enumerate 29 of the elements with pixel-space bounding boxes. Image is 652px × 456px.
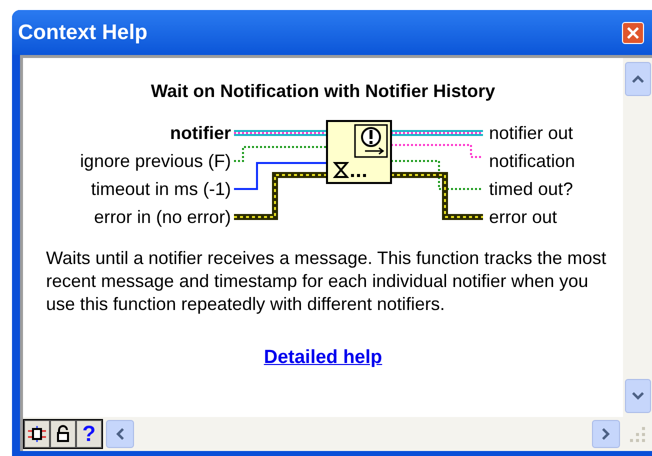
show-terminals-button[interactable] <box>24 420 50 448</box>
chevron-left-icon <box>115 427 125 441</box>
input-terminal-label: notifier <box>170 122 231 145</box>
function-title: Wait on Notification with Notifier History <box>150 80 496 103</box>
chevron-right-icon <box>601 427 611 441</box>
chevron-up-icon <box>630 74 644 84</box>
window-title: Context Help <box>18 20 148 46</box>
help-button[interactable]: ? <box>76 420 102 448</box>
input-terminal-label: error in (no error) <box>94 206 231 229</box>
input-terminal-label: ignore previous (F) <box>80 150 231 173</box>
chevron-down-icon <box>630 391 644 401</box>
scroll-up-button[interactable] <box>624 62 650 96</box>
vertical-scrollbar[interactable] <box>623 58 652 417</box>
close-button[interactable] <box>622 22 644 44</box>
input-terminal-label: timeout in ms (-1) <box>90 178 231 201</box>
scroll-left-button[interactable] <box>106 420 134 448</box>
scroll-right-button[interactable] <box>592 420 620 448</box>
description-text: Waits until a notifier receives a message. This function tracks the most recent message and timestamp for each individual notifier when you use this function repeatedly with different notifiers. <box>45 247 608 316</box>
detailed-help-link[interactable]: Detailed help <box>264 344 382 372</box>
lock-button[interactable] <box>50 420 76 448</box>
output-terminal-label: notification <box>489 150 576 173</box>
scroll-down-button[interactable] <box>624 379 650 413</box>
terminal-block-icon <box>27 425 47 443</box>
unlocked-padlock-icon <box>56 425 70 443</box>
output-terminal-label: timed out? <box>489 178 574 201</box>
function-node-icon <box>326 120 392 184</box>
output-terminal-label: notifier out <box>489 122 574 145</box>
output-terminal-label: error out <box>489 206 558 229</box>
close-icon <box>626 26 640 40</box>
